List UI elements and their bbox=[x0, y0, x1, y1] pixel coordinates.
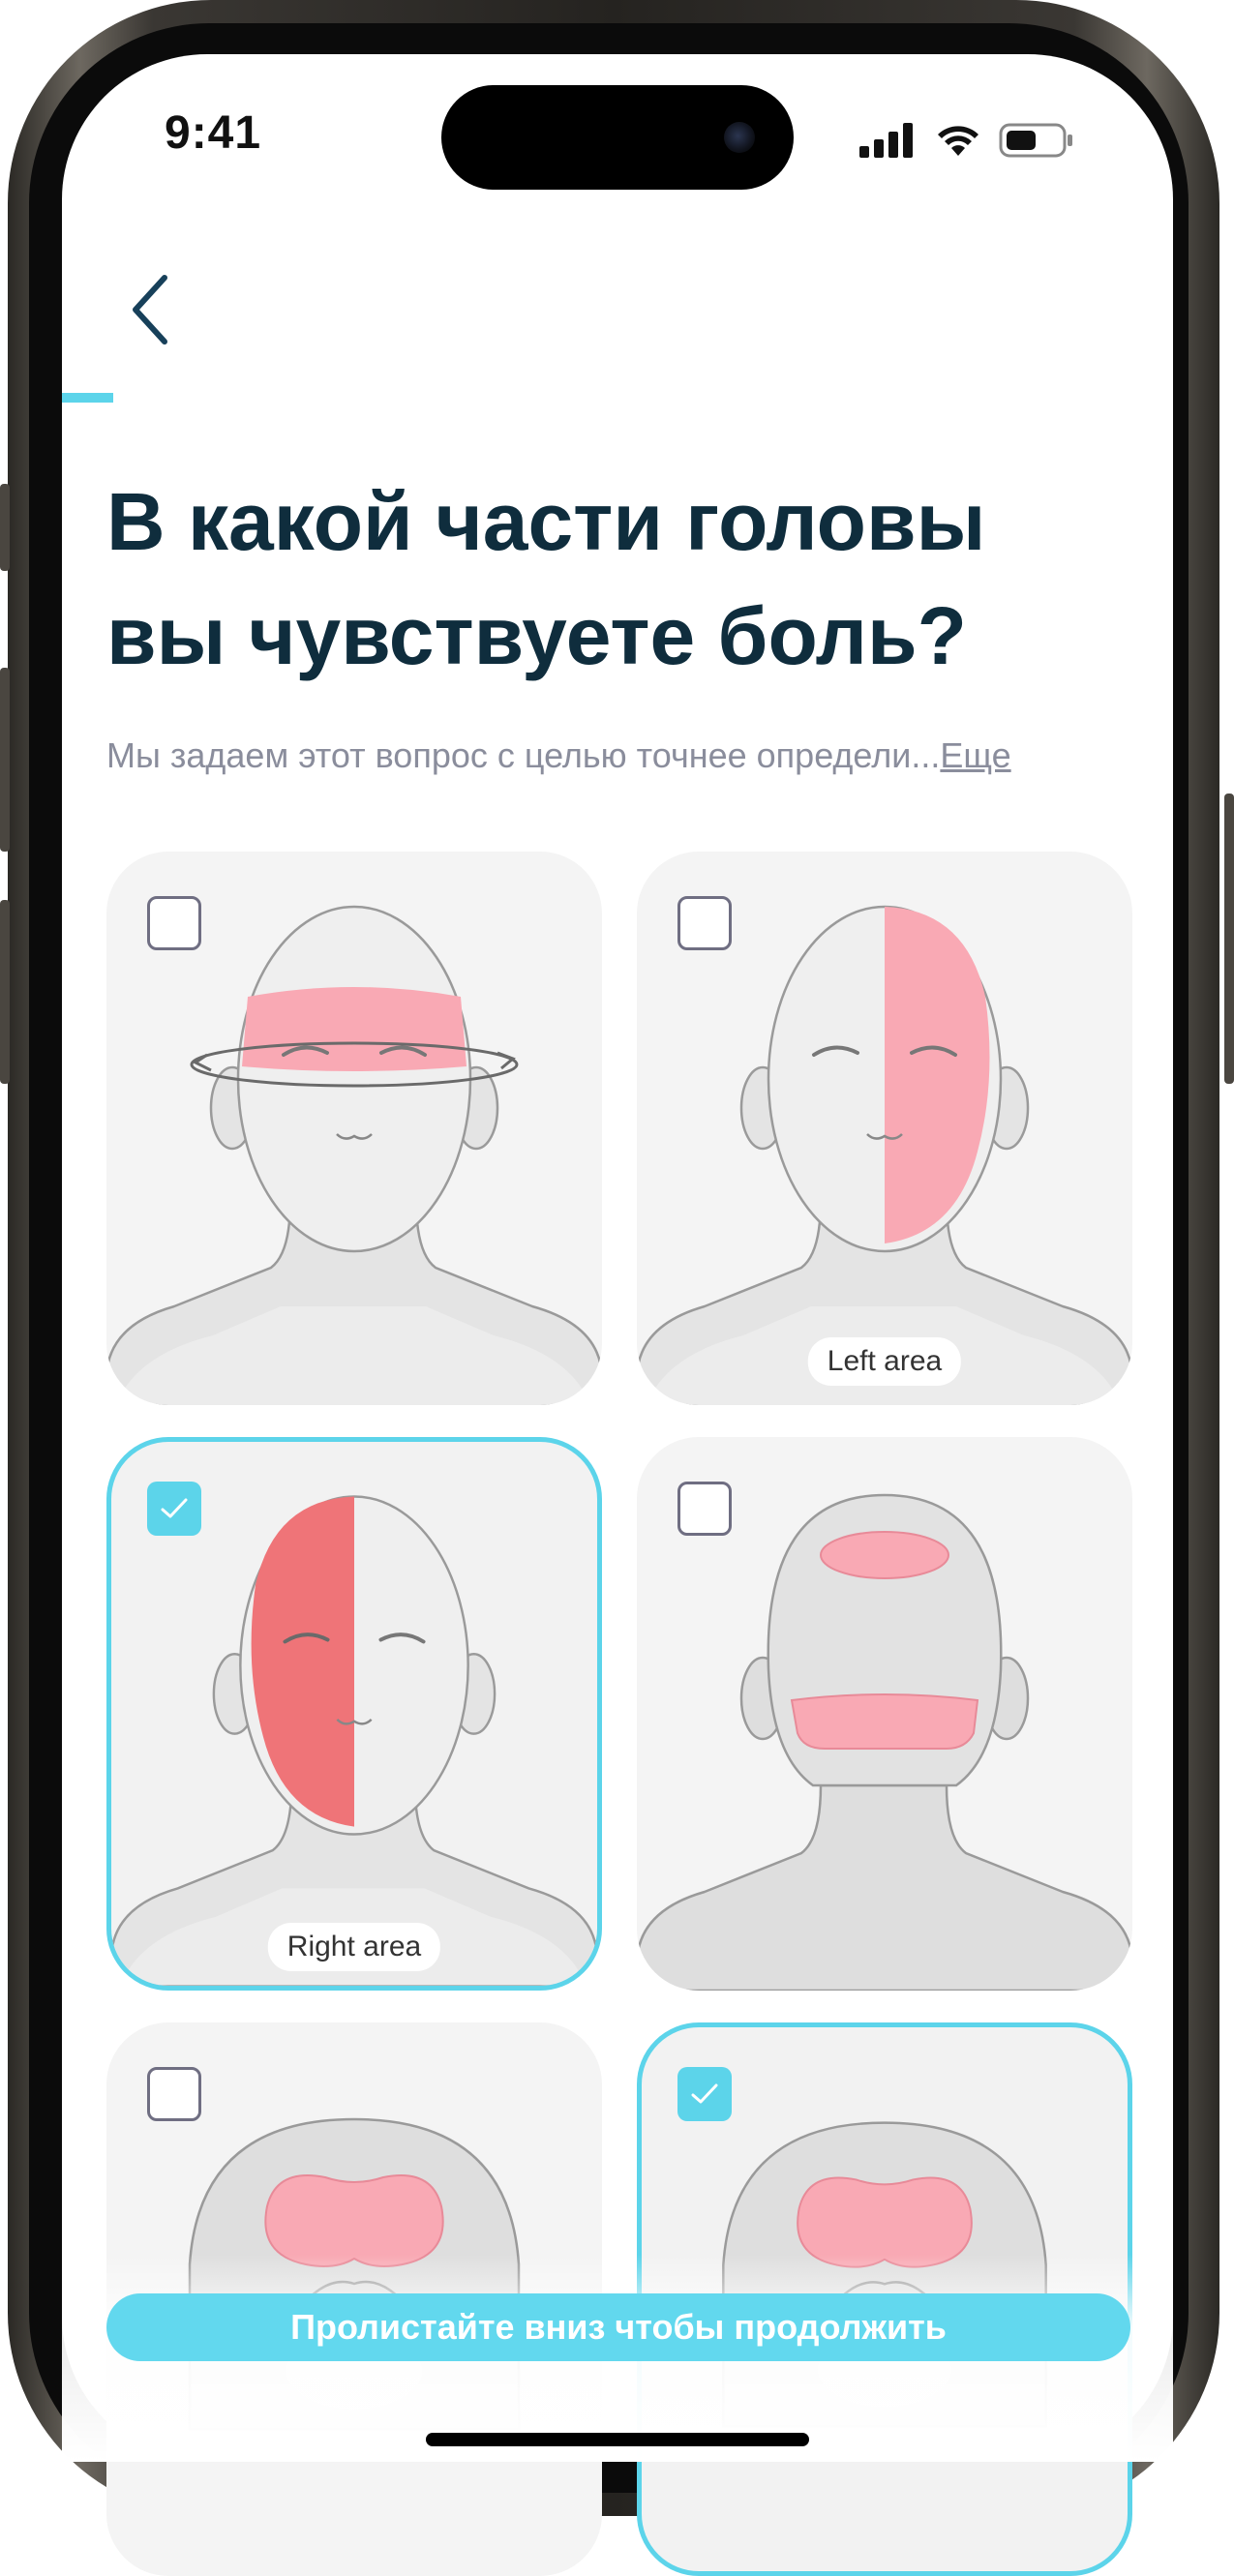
subtitle-text: Мы задаем этот вопрос с целью точнее опр… bbox=[106, 735, 941, 775]
scroll-to-continue-button[interactable]: Пролистайте вниз чтобы продолжить bbox=[106, 2293, 1130, 2361]
power-button bbox=[1224, 794, 1234, 1084]
option-checkbox[interactable] bbox=[147, 2067, 201, 2121]
option-card-around-head[interactable] bbox=[106, 852, 602, 1405]
progress-bar-fill bbox=[62, 393, 113, 403]
battery-icon bbox=[999, 123, 1072, 158]
area-label: Left area bbox=[807, 1337, 962, 1386]
front-camera-icon bbox=[724, 122, 755, 153]
checkmark-icon bbox=[691, 2083, 718, 2104]
action-button bbox=[0, 484, 10, 571]
option-checkbox[interactable] bbox=[677, 2067, 732, 2121]
title-line-2: вы чувствуете боль? bbox=[106, 590, 967, 681]
volume-up-button bbox=[0, 668, 10, 852]
option-card-back-of-head[interactable] bbox=[637, 1437, 1132, 1991]
status-time: 9:41 bbox=[165, 107, 262, 159]
option-checkbox[interactable] bbox=[677, 896, 732, 950]
dynamic-island bbox=[441, 85, 794, 190]
more-link[interactable]: Еще bbox=[940, 735, 1010, 775]
area-label: Right area bbox=[267, 1923, 441, 1971]
chevron-left-icon bbox=[133, 275, 167, 344]
checkmark-icon bbox=[161, 1498, 188, 1518]
wifi-icon bbox=[938, 126, 978, 156]
status-icons bbox=[859, 122, 1074, 159]
signal-icon bbox=[859, 123, 913, 158]
option-checkbox[interactable] bbox=[147, 896, 201, 950]
question-title: В какой части головы вы чувствуете боль? bbox=[106, 464, 1094, 693]
progress-bar bbox=[62, 393, 1173, 403]
option-checkbox[interactable] bbox=[147, 1482, 201, 1536]
question-subtitle: Мы задаем этот вопрос с целью точнее опр… bbox=[106, 735, 1132, 776]
home-indicator[interactable] bbox=[426, 2433, 809, 2446]
title-line-1: В какой части головы bbox=[106, 476, 986, 567]
volume-down-button bbox=[0, 900, 10, 1084]
phone-frame: 9:41 В какой части головы вы чувствуете … bbox=[0, 0, 1234, 2576]
option-checkbox[interactable] bbox=[677, 1482, 732, 1536]
back-button[interactable] bbox=[116, 266, 184, 353]
option-card-left-area[interactable]: Left area bbox=[637, 852, 1132, 1405]
option-card-right-area[interactable]: Right area bbox=[106, 1437, 602, 1991]
